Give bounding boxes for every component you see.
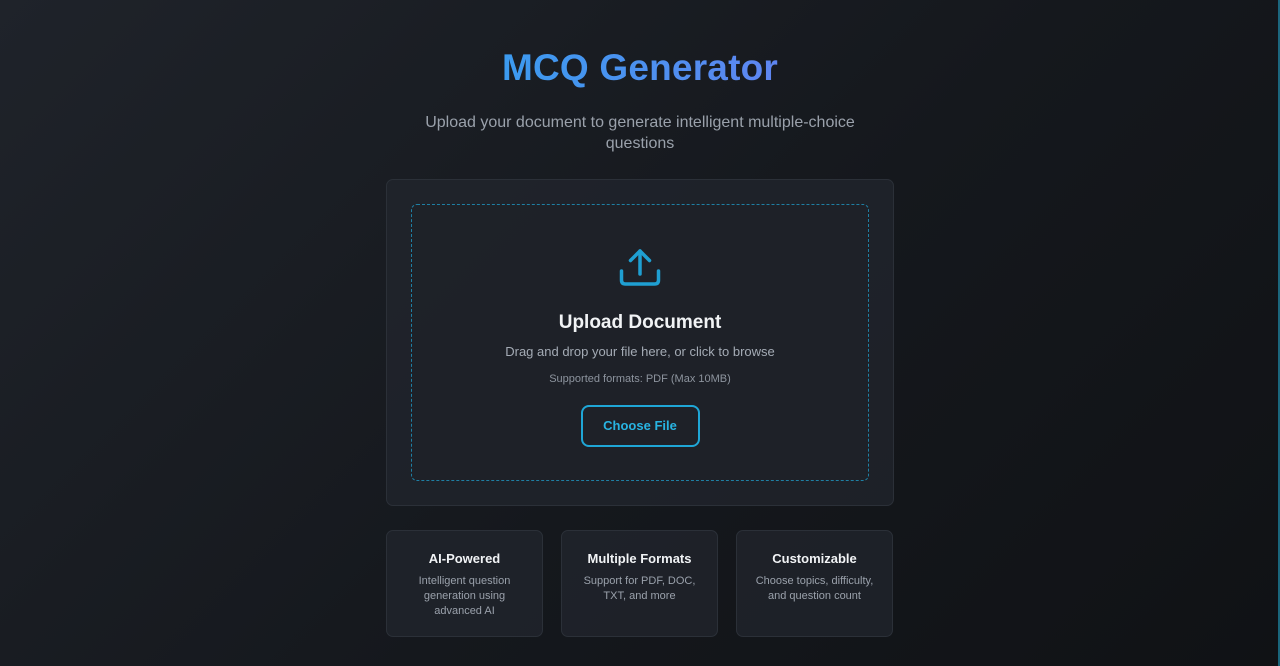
feature-card-ai-powered: AI-Powered Intelligent question generati… <box>386 530 543 637</box>
feature-title: Multiple Formats <box>587 551 692 566</box>
choose-file-button[interactable]: Choose File <box>580 405 700 447</box>
upload-icon <box>619 249 661 286</box>
page-title: MCQ Generator <box>386 46 894 90</box>
upload-description: Drag and drop your file here, or click t… <box>505 344 775 359</box>
supported-formats: Supported formats: PDF (Max 10MB) <box>549 373 731 385</box>
upload-title: Upload Document <box>558 312 722 333</box>
feature-description: Choose topics, difficulty, and question … <box>755 575 874 602</box>
features-row: AI-Powered Intelligent question generati… <box>386 530 894 637</box>
file-dropzone[interactable]: Upload Document Drag and drop your file … <box>411 204 869 481</box>
page-subtitle: Upload your document to generate intelli… <box>425 114 855 152</box>
feature-description: Intelligent question generation using ad… <box>418 575 511 617</box>
feature-card-customizable: Customizable Choose topics, difficulty, … <box>736 530 893 637</box>
feature-title: Customizable <box>772 551 857 566</box>
main-content: MCQ Generator Upload your document to ge… <box>386 0 894 637</box>
feature-description: Support for PDF, DOC, TXT, and more <box>583 575 696 602</box>
feature-title: AI-Powered <box>428 551 501 566</box>
feature-card-multiple-formats: Multiple Formats Support for PDF, DOC, T… <box>561 530 718 637</box>
upload-card: Upload Document Drag and drop your file … <box>386 179 894 506</box>
